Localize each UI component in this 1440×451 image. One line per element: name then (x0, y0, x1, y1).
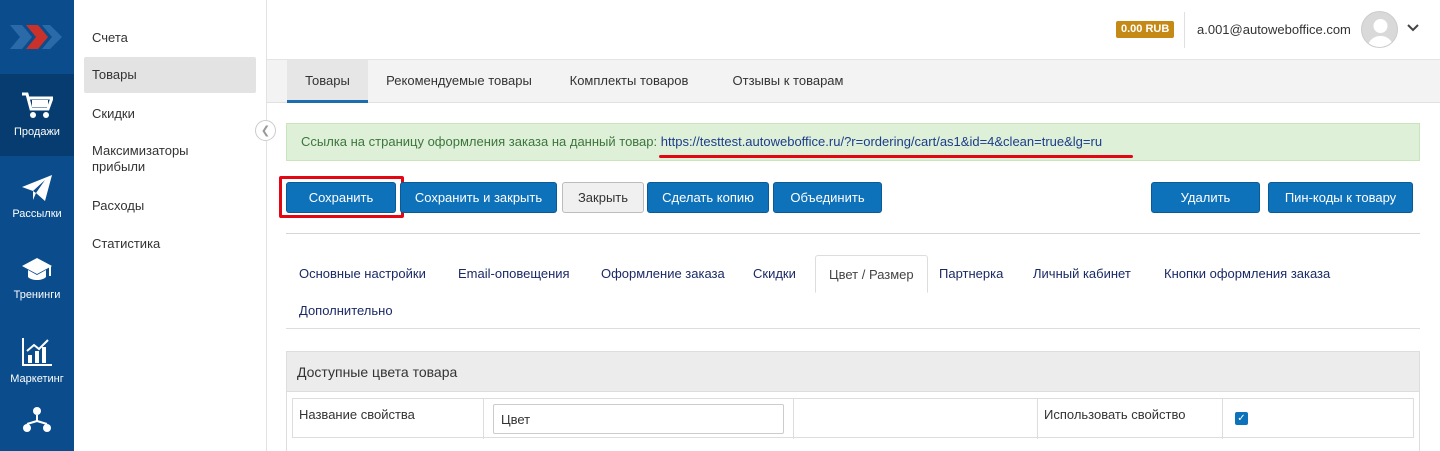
merge-button[interactable]: Объединить (773, 182, 882, 213)
tab-order-buttons[interactable]: Кнопки оформления заказа (1151, 256, 1343, 293)
header-divider (1184, 12, 1185, 48)
checkmark-icon: ✓ (1237, 413, 1246, 424)
chevron-left-icon: ❮ (260, 125, 271, 137)
close-button[interactable]: Закрыть (562, 182, 644, 213)
avatar[interactable] (1361, 11, 1398, 48)
tab-color-size[interactable]: Цвет / Размер (815, 255, 928, 293)
logo[interactable] (0, 0, 74, 74)
property-row: Название свойства Использовать свойство … (292, 398, 1414, 439)
tab-affiliate[interactable]: Партнерка (926, 256, 1016, 293)
property-value-cell-spacer (793, 399, 1037, 439)
sales-submenu: Счета Товары Скидки Максимизаторы прибыл… (74, 0, 267, 451)
rail-item-label: Продажи (14, 126, 60, 138)
tab-additional[interactable]: Дополнительно (286, 293, 406, 330)
rail-item-trainings[interactable]: Тренинги (0, 238, 74, 320)
make-copy-button[interactable]: Сделать копию (647, 182, 769, 213)
submenu-item-discounts[interactable]: Скидки (84, 104, 256, 124)
graduation-cap-icon (22, 258, 52, 280)
user-avatar-icon (1367, 19, 1394, 47)
rail-item-label: Тренинги (13, 289, 61, 301)
paper-plane-icon (22, 175, 52, 201)
cart-icon (22, 92, 53, 118)
property-name-label: Название свойства (293, 399, 484, 439)
chart-growth-icon (22, 338, 52, 366)
tab-email-notifications[interactable]: Email-оповещения (445, 256, 583, 293)
tab-recommended-products[interactable]: Рекомендуемые товары (368, 60, 550, 103)
tab-discounts[interactable]: Скидки (740, 256, 809, 293)
rail-item-mailings[interactable]: Рассылки (0, 156, 74, 238)
use-property-checkbox[interactable]: ✓ (1235, 412, 1248, 425)
tab-product-reviews[interactable]: Отзывы к товарам (708, 60, 868, 103)
tab-main-settings[interactable]: Основные настройки (286, 256, 439, 293)
tab-personal-account[interactable]: Личный кабинет (1020, 256, 1144, 293)
tab-order-form[interactable]: Оформление заказа (588, 256, 738, 293)
rail-item-sales[interactable]: Продажи (0, 74, 74, 156)
rail-item-label: Маркетинг (10, 373, 64, 385)
rail-item-marketing[interactable]: Маркетинг (0, 320, 74, 402)
pin-codes-button[interactable]: Пин-коды к товару (1268, 182, 1413, 213)
chevron-down-icon[interactable] (1407, 20, 1419, 35)
tab-product-bundles[interactable]: Комплекты товаров (550, 60, 708, 103)
rail-item-label: Рассылки (12, 208, 62, 220)
submenu-item-expenses[interactable]: Расходы (84, 196, 256, 216)
user-email[interactable]: a.001@autoweboffice.com (1197, 22, 1351, 37)
tab-products[interactable]: Товары (287, 60, 368, 103)
save-button[interactable]: Сохранить (286, 182, 396, 213)
save-and-close-button[interactable]: Сохранить и закрыть (400, 182, 557, 213)
delete-button[interactable]: Удалить (1151, 182, 1260, 213)
divider (286, 233, 1420, 234)
submenu-item-statistics[interactable]: Статистика (84, 234, 256, 254)
main-nav-rail: Продажи Рассылки Тренинги Маркетинг (0, 0, 74, 451)
tabs-baseline (286, 328, 1420, 329)
submenu-item-invoices[interactable]: Счета (84, 28, 256, 48)
top-header: 0.00 RUB a.001@autoweboffice.com (267, 0, 1440, 60)
logo-icon (10, 25, 62, 49)
order-link[interactable]: https://testtest.autoweboffice.ru/?r=ord… (661, 134, 1102, 149)
available-colors-panel: Доступные цвета товара Название свойства… (286, 351, 1420, 451)
alert-text: Ссылка на страницу оформления заказа на … (301, 134, 658, 149)
submenu-item-products[interactable]: Товары (84, 57, 256, 93)
balance-badge[interactable]: 0.00 RUB (1116, 21, 1175, 38)
link-highlight-underline (659, 155, 1133, 158)
submenu-item-profit-maximizers[interactable]: Максимизаторы прибыли (84, 143, 214, 177)
rail-item-partners[interactable] (0, 402, 74, 442)
collapse-sidebar-button[interactable]: ❮ (255, 120, 276, 141)
product-tabs: Товары Рекомендуемые товары Комплекты то… (267, 60, 1440, 103)
property-name-input[interactable] (493, 404, 784, 434)
network-icon (23, 407, 51, 432)
use-property-label: Использовать свойство (1037, 399, 1223, 439)
panel-title: Доступные цвета товара (287, 352, 1419, 392)
